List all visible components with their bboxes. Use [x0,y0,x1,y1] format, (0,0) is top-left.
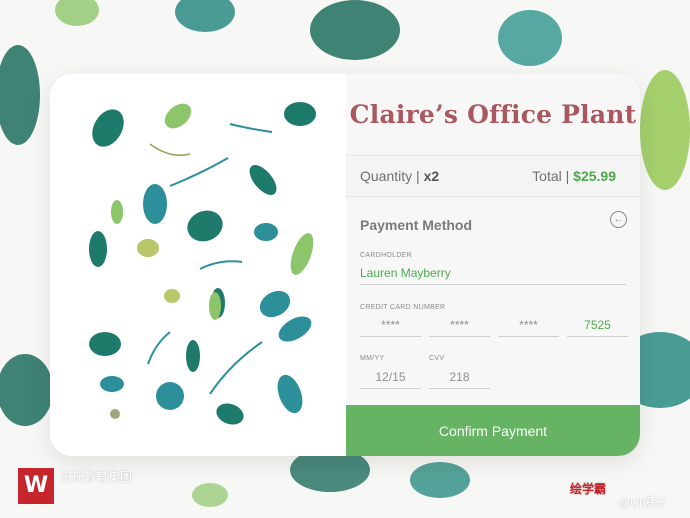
total: Total | $25.99 [532,168,616,184]
expiry-value: 12/15 [375,370,406,384]
cardholder-label: CARDHOLDER [360,252,413,259]
card-group-4-value: 7525 [584,318,611,332]
order-summary: Quantity | x2 Total | $25.99 [346,155,640,197]
cvv-value: 218 [449,370,470,384]
card-group-2-value: **** [450,318,469,332]
quantity-value: x2 [423,168,440,184]
plant-illustration [50,74,346,456]
checkout-panel: Claire’s Office Plant Quantity | x2 Tota… [346,74,640,456]
leaf-pattern-illustration [89,102,316,425]
payment-form: Payment Method ← CARDHOLDER Lauren Maybe… [346,200,640,405]
checkout-card: Claire’s Office Plant Quantity | x2 Tota… [50,74,640,456]
card-number-group-1[interactable]: **** [360,314,421,337]
quantity: Quantity | x2 [360,168,440,184]
cardholder-value: Lauren Mayberry [360,266,451,280]
watermark-left-text: 王氏教育集团 [60,470,133,484]
expiry-field[interactable]: 12/15 [360,366,421,389]
card-number-label: CREDIT CARD NUMBER [360,304,446,311]
card-number-group-2[interactable]: **** [429,314,490,337]
card-number-group-3[interactable]: **** [498,314,559,337]
watermark-credit-text: @UI设计 [618,496,667,510]
cvv-field[interactable]: 218 [429,366,490,389]
product-title: Claire’s Office Plant [349,99,637,129]
cvv-label: CVV [429,355,445,362]
total-label: Total [532,168,562,184]
arrow-left-circle-icon[interactable]: ← [610,211,627,228]
total-value: $25.99 [573,168,616,184]
watermark-right-text: 绘学霸 [570,482,607,496]
card-group-3-value: **** [519,318,538,332]
confirm-payment-button[interactable]: Confirm Payment [346,405,640,456]
brand-logo: W [18,468,54,504]
expiry-label: MM/YY [360,355,385,362]
cardholder-field[interactable]: Lauren Mayberry [360,262,626,285]
product-title-bar: Claire’s Office Plant [346,74,640,154]
card-number-group-4[interactable]: 7525 [567,314,628,337]
quantity-label: Quantity [360,168,413,184]
card-group-1-value: **** [381,318,400,332]
payment-heading: Payment Method [360,217,473,233]
